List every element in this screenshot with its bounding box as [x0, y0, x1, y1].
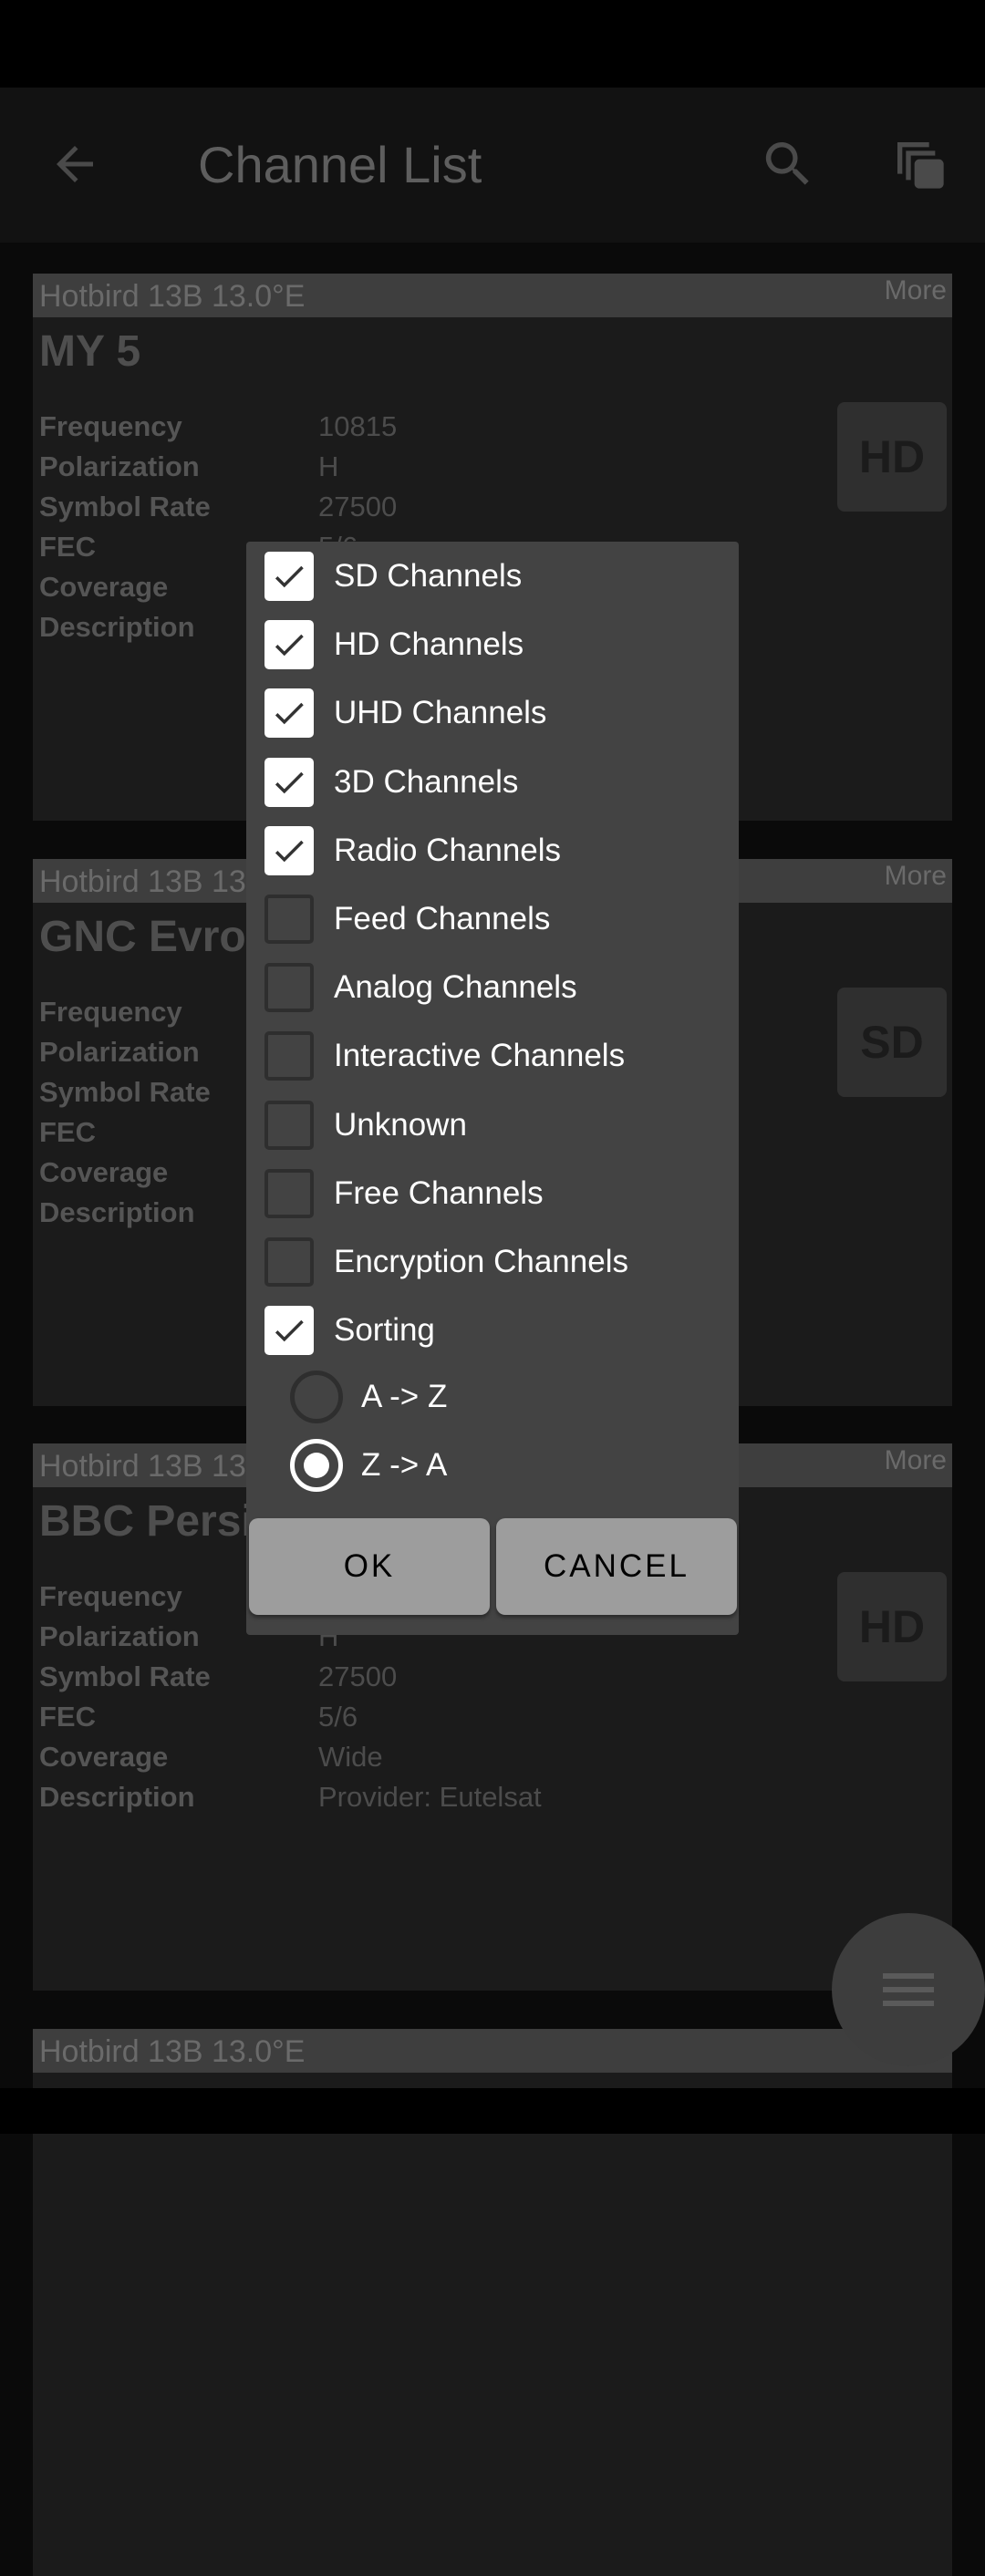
filter-option[interactable]: 3D Channels — [264, 755, 730, 810]
check-icon — [275, 771, 304, 793]
checkbox[interactable] — [264, 620, 314, 670]
quality-badge: HD — [837, 1572, 947, 1681]
checkbox[interactable] — [264, 1100, 314, 1150]
info-value: 27500 — [318, 1660, 398, 1692]
check-icon — [275, 840, 304, 863]
info-value: 5/6 — [318, 1701, 358, 1733]
sort-label: Z -> A — [361, 1447, 448, 1483]
option-label: Radio Channels — [334, 832, 562, 868]
checkbox[interactable] — [264, 688, 314, 739]
filter-option[interactable]: Sorting — [264, 1303, 730, 1358]
navigation-bar — [0, 2088, 985, 2134]
quality-badge: SD — [837, 988, 947, 1097]
info-label: FEC — [39, 1701, 96, 1733]
more-link[interactable]: More — [885, 1445, 947, 1476]
checkbox[interactable] — [264, 895, 314, 944]
info-value: Provider: Eutelsat — [318, 1781, 542, 1813]
checkbox[interactable] — [264, 963, 314, 1013]
info-label: Polarization — [39, 450, 200, 482]
checkbox[interactable] — [264, 1031, 314, 1081]
checkbox[interactable] — [264, 552, 314, 601]
filter-option[interactable]: Radio Channels — [264, 823, 730, 878]
check-icon — [275, 634, 304, 657]
check-icon — [275, 703, 304, 725]
filter-option[interactable]: HD Channels — [264, 617, 730, 672]
option-label: Encryption Channels — [334, 1244, 628, 1279]
info-value: 10815 — [318, 410, 398, 442]
checkbox[interactable] — [264, 1237, 314, 1287]
copy-icon[interactable] — [890, 135, 949, 193]
checkbox[interactable] — [264, 1168, 314, 1218]
check-icon — [275, 1319, 304, 1342]
info-value: Wide — [318, 1741, 383, 1773]
option-label: Free Channels — [334, 1174, 544, 1211]
cancel-button[interactable]: CANCEL — [496, 1518, 737, 1615]
more-link[interactable]: More — [885, 861, 947, 892]
info-label: Symbol Rate — [39, 1660, 211, 1692]
channel-name: MY 5 — [39, 327, 141, 376]
checkbox[interactable] — [264, 825, 314, 875]
radio-button[interactable] — [290, 1371, 343, 1423]
option-label: SD Channels — [334, 558, 523, 594]
check-icon — [275, 565, 304, 588]
filter-option[interactable]: UHD Channels — [264, 686, 730, 740]
filter-dialog: SD Channels HD Channels UHD Channels 3D Cha… — [246, 542, 739, 1635]
option-label: 3D Channels — [334, 763, 519, 800]
status-bar — [0, 0, 985, 88]
info-label: Frequency — [39, 410, 182, 442]
filter-option[interactable]: Feed Channels — [264, 892, 730, 947]
filter-option[interactable]: Unknown — [264, 1098, 730, 1153]
quality-badge: HD — [837, 402, 947, 512]
menu-icon — [883, 1973, 934, 1979]
channel-name: BBC Persi — [39, 1497, 254, 1546]
search-icon[interactable] — [759, 135, 817, 193]
option-label: HD Channels — [334, 626, 524, 663]
filter-option[interactable]: Interactive Channels — [264, 1029, 730, 1083]
option-label: Analog Channels — [334, 969, 577, 1006]
sort-option[interactable]: A -> Z — [290, 1370, 710, 1424]
info-label: Description — [39, 1781, 195, 1813]
option-label: Sorting — [334, 1312, 435, 1349]
satellite-label: Hotbird 13B 13 — [39, 1449, 246, 1484]
sort-option[interactable]: Z -> A — [290, 1438, 710, 1493]
more-link[interactable]: More — [885, 275, 947, 306]
radio-button[interactable] — [290, 1439, 343, 1492]
option-label: Feed Channels — [334, 901, 551, 936]
option-label: Interactive Channels — [334, 1038, 626, 1074]
card-header: Hotbird 13B 13.0°E — [33, 2029, 952, 2073]
checkbox[interactable] — [264, 1306, 314, 1356]
option-label: Unknown — [334, 1106, 467, 1143]
card-header: Hotbird 13B 13.0°E More — [33, 274, 952, 317]
info-value: 27500 — [318, 491, 398, 522]
satellite-label: Hotbird 13B 13.0°E — [39, 2034, 306, 2069]
filter-option[interactable]: Encryption Channels — [264, 1235, 730, 1289]
page-title: Channel List — [198, 136, 482, 193]
info-label: Symbol Rate — [39, 491, 211, 522]
filter-option[interactable]: Free Channels — [264, 1166, 730, 1221]
info-label: Coverage — [39, 1741, 169, 1773]
satellite-label: Hotbird 13B 13 — [39, 864, 246, 899]
filter-option[interactable]: Analog Channels — [264, 960, 730, 1015]
info-value: H — [318, 450, 339, 482]
sort-label: A -> Z — [361, 1379, 448, 1414]
channel-name: GNC Evrop — [39, 913, 274, 961]
app-bar — [0, 88, 985, 243]
ok-button[interactable]: OK — [249, 1518, 490, 1615]
arrow-left-icon[interactable] — [47, 137, 102, 191]
satellite-label: Hotbird 13B 13.0°E — [39, 279, 306, 314]
option-label: UHD Channels — [334, 695, 547, 731]
checkbox[interactable] — [264, 757, 314, 807]
menu-fab-button[interactable] — [832, 1913, 985, 2066]
filter-option[interactable]: SD Channels — [264, 549, 730, 604]
